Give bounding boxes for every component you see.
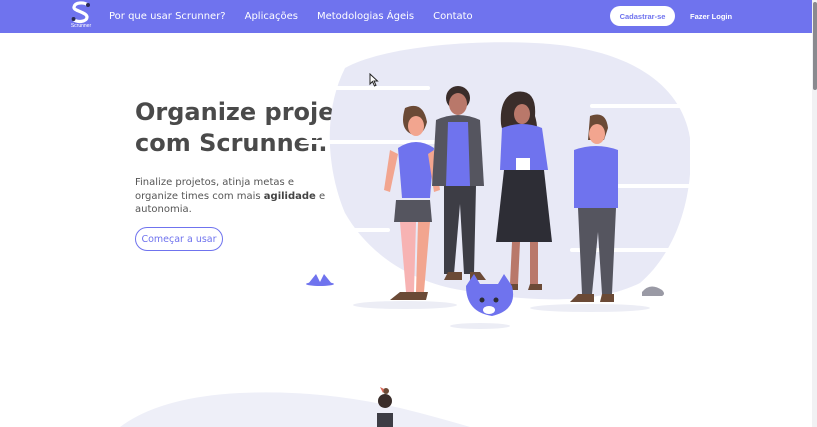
logo-caption: Scrunner [70,23,92,29]
next-section-illustration [120,387,470,427]
scrollbar-track[interactable] [812,0,817,427]
nav-link-aplicacoes[interactable]: Aplicações [245,11,298,22]
login-button[interactable]: Fazer Login [690,6,732,26]
team-illustration [290,42,690,329]
mouse-cursor-icon [369,73,379,87]
nav-links: Por que usar Scrunner? Aplicações Metodo… [109,0,492,33]
nav-link-por-que-usar[interactable]: Por que usar Scrunner? [109,11,226,22]
nav-link-contato[interactable]: Contato [433,11,473,22]
start-using-button[interactable]: Começar a usar [135,227,223,251]
top-navbar: Scrunner Por que usar Scrunner? Aplicaçõ… [0,0,812,33]
scrollbar-thumb[interactable] [813,2,817,90]
nav-link-metodologias[interactable]: Metodologias Ágeis [317,11,414,22]
signup-button[interactable]: Cadastrar-se [610,6,675,26]
